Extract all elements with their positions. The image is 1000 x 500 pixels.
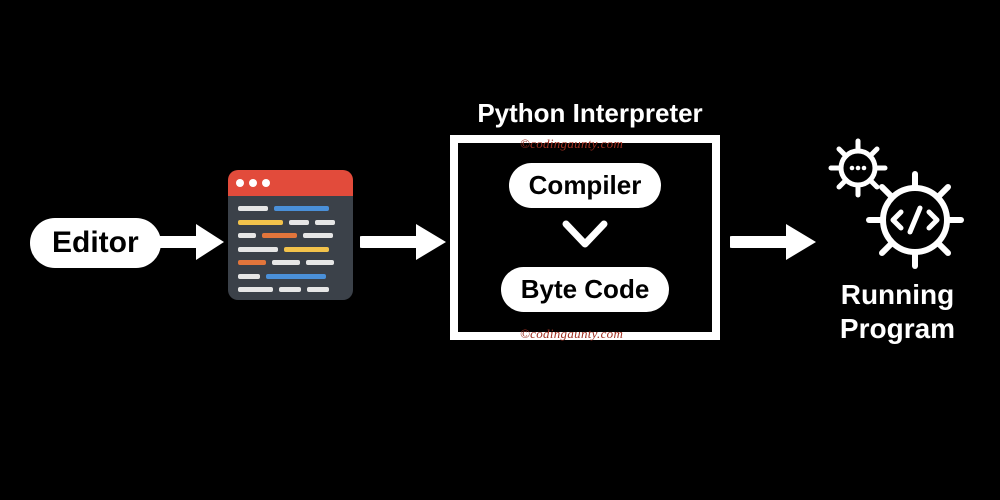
diagram-stage: Editor Python Interpreter bbox=[0, 0, 1000, 500]
arrow-right-icon bbox=[360, 222, 446, 262]
watermark-text: ©codingaunty.com bbox=[520, 326, 623, 342]
watermark-text: ©codingaunty.com bbox=[520, 136, 623, 152]
gears-icon bbox=[820, 130, 970, 275]
arrow-right-icon bbox=[730, 222, 816, 262]
window-dot-icon bbox=[249, 179, 257, 187]
chevron-down-icon bbox=[560, 218, 610, 257]
window-dot-icon bbox=[236, 179, 244, 187]
window-titlebar bbox=[228, 170, 353, 196]
interpreter-node: Compiler Byte Code bbox=[450, 135, 720, 340]
window-dot-icon bbox=[262, 179, 270, 187]
compiler-node: Compiler bbox=[509, 163, 662, 208]
code-editor-icon bbox=[228, 170, 353, 300]
window-body bbox=[228, 196, 353, 300]
running-program-label: Running Program bbox=[810, 278, 985, 345]
interpreter-title: Python Interpreter bbox=[450, 98, 730, 129]
editor-node: Editor bbox=[30, 218, 161, 268]
arrow-right-icon bbox=[158, 222, 224, 262]
bytecode-node: Byte Code bbox=[501, 267, 670, 312]
